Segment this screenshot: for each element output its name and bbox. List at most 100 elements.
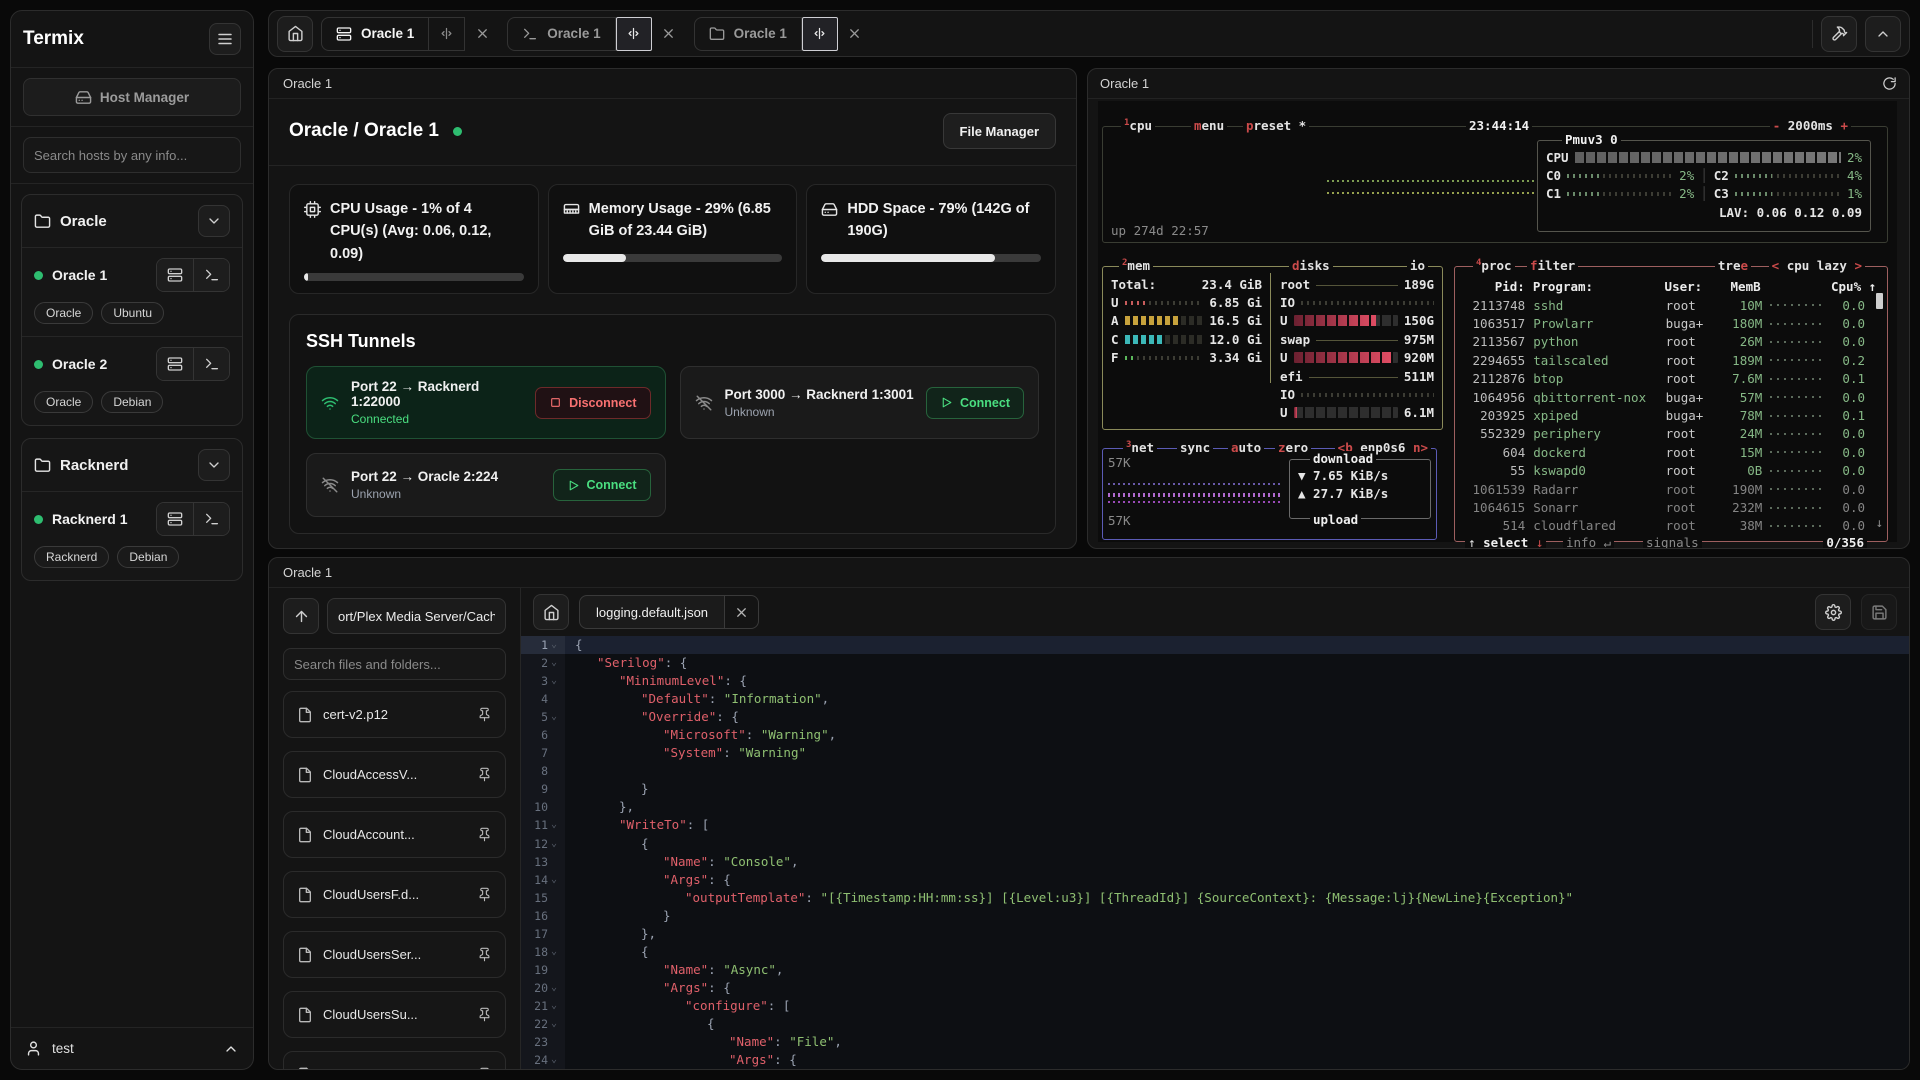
- host-tags: RacknerdDebian: [34, 546, 230, 568]
- fold-caret[interactable]: ⌄: [551, 636, 560, 654]
- code-token: "Args": [729, 1052, 774, 1067]
- zero-label: zero: [1275, 440, 1311, 455]
- file-manager-button[interactable]: File Manager: [943, 113, 1056, 149]
- fold-caret[interactable]: [551, 780, 560, 798]
- fold-caret[interactable]: [551, 744, 560, 762]
- editor-save-button[interactable]: [1861, 594, 1897, 630]
- pin-icon[interactable]: [477, 947, 492, 962]
- fold-caret[interactable]: [551, 889, 560, 907]
- host-terminal-button[interactable]: [193, 259, 229, 291]
- fold-caret[interactable]: [551, 907, 560, 925]
- host-group-header[interactable]: Oracle: [22, 195, 242, 247]
- code-line: 13 "Name": "Console",: [521, 853, 1909, 871]
- fold-caret[interactable]: ⌄: [551, 871, 560, 889]
- fold-caret[interactable]: ⌄: [551, 816, 560, 834]
- pin-icon[interactable]: [477, 1007, 492, 1022]
- mem-total: Total:23.4 GiB: [1103, 275, 1270, 293]
- host-item[interactable]: Oracle 2OracleDebian: [22, 336, 242, 425]
- host-terminal-button[interactable]: [193, 503, 229, 535]
- editor-home-button[interactable]: [533, 594, 569, 630]
- pin-icon[interactable]: [477, 707, 492, 722]
- hdd-icon: [821, 198, 838, 246]
- file-item[interactable]: CloudAccessV...: [283, 751, 506, 798]
- home-tab-button[interactable]: [277, 16, 313, 52]
- pin-icon[interactable]: [477, 887, 492, 902]
- path-input[interactable]: [327, 598, 506, 634]
- refresh-icon[interactable]: [1882, 76, 1897, 91]
- terminal-screen[interactable]: 1cpumenupreset *23:44:14- 2000ms +up 274…: [1098, 101, 1897, 542]
- file-item[interactable]: cert-v2.p12: [283, 691, 506, 738]
- fold-caret[interactable]: ⌄: [551, 708, 560, 726]
- tools-button[interactable]: [1821, 16, 1857, 52]
- path-up-button[interactable]: [283, 598, 319, 634]
- host-connect-button[interactable]: [157, 259, 193, 291]
- fold-caret[interactable]: [551, 690, 560, 708]
- group-collapse-button[interactable]: [198, 205, 230, 237]
- line-number: 21: [534, 997, 548, 1015]
- tab-button[interactable]: Oracle 1: [507, 17, 615, 51]
- file-item[interactable]: [283, 1051, 506, 1069]
- host-item[interactable]: Racknerd 1RacknerdDebian: [22, 491, 242, 580]
- tab-close-button[interactable]: [652, 17, 686, 51]
- tab-button[interactable]: Oracle 1: [321, 17, 429, 51]
- group-collapse-button[interactable]: [198, 449, 230, 481]
- fold-caret[interactable]: ⌄: [551, 1051, 560, 1069]
- tab-label: Oracle 1: [734, 26, 787, 41]
- line-number: 2: [541, 654, 548, 672]
- editor-tab[interactable]: logging.default.json: [579, 595, 759, 629]
- sidebar-user-row[interactable]: test: [11, 1027, 253, 1069]
- connect-button[interactable]: Connect: [926, 387, 1024, 419]
- file-item[interactable]: CloudUsersSer...: [283, 931, 506, 978]
- tab-split-button[interactable]: [802, 17, 838, 51]
- connect-button[interactable]: Connect: [553, 469, 651, 501]
- host-search-input[interactable]: [23, 137, 241, 173]
- editor-settings-button[interactable]: [1815, 594, 1851, 630]
- line-gutter: 9: [521, 780, 565, 798]
- line-number: 10: [534, 798, 548, 816]
- tab-close-button[interactable]: [465, 17, 499, 51]
- editor-tab-close[interactable]: [725, 595, 759, 629]
- editor-tab-label[interactable]: logging.default.json: [579, 595, 725, 629]
- proc-row: 2113748sshdroot10M0.0: [1463, 296, 1865, 314]
- host-group-header[interactable]: Racknerd: [22, 439, 242, 491]
- tab-split-button[interactable]: [616, 17, 652, 51]
- file-item[interactable]: CloudAccount...: [283, 811, 506, 858]
- host-terminal-button[interactable]: [193, 348, 229, 380]
- fold-caret[interactable]: [551, 762, 560, 780]
- tab-button[interactable]: Oracle 1: [694, 17, 802, 51]
- fold-caret[interactable]: ⌄: [551, 1015, 560, 1033]
- host-connect-button[interactable]: [157, 348, 193, 380]
- code-editor[interactable]: 1⌄{2⌄"Serilog": {3⌄"MinimumLevel": {4 "D…: [521, 636, 1909, 1069]
- host-manager-button[interactable]: Host Manager: [23, 78, 241, 116]
- file-item[interactable]: CloudUsersF.d...: [283, 871, 506, 918]
- collapse-tabbar-button[interactable]: [1865, 16, 1901, 52]
- proc-label: 4proc: [1473, 258, 1515, 273]
- fold-caret[interactable]: ⌄: [551, 943, 560, 961]
- fold-caret[interactable]: ⌄: [551, 979, 560, 997]
- fold-caret[interactable]: [551, 853, 560, 871]
- proc-row: 2113567pythonroot26M0.0: [1463, 333, 1865, 351]
- fold-caret[interactable]: ⌄: [551, 672, 560, 690]
- fold-caret[interactable]: [551, 726, 560, 744]
- fold-caret[interactable]: [551, 925, 560, 943]
- disconnect-button[interactable]: Disconnect: [535, 387, 650, 419]
- fold-caret[interactable]: ⌄: [551, 654, 560, 672]
- pin-icon[interactable]: [477, 767, 492, 782]
- file-search-input[interactable]: [283, 648, 506, 680]
- host-item[interactable]: Oracle 1OracleUbuntu: [22, 247, 242, 336]
- pin-icon[interactable]: [477, 1067, 492, 1069]
- fold-caret[interactable]: ⌄: [551, 835, 560, 853]
- tab-split-button[interactable]: [429, 17, 465, 51]
- file-item[interactable]: CloudUsersSu...: [283, 991, 506, 1038]
- fold-caret[interactable]: [551, 1033, 560, 1051]
- host-connect-button[interactable]: [157, 503, 193, 535]
- fold-caret[interactable]: [551, 798, 560, 816]
- tab-close-button[interactable]: [838, 17, 872, 51]
- fold-caret[interactable]: [551, 961, 560, 979]
- fold-caret[interactable]: ⌄: [551, 997, 560, 1015]
- disk-name-row: root189G: [1272, 275, 1442, 293]
- sidebar-collapse-button[interactable]: [209, 23, 241, 55]
- tab-label: Oracle 1: [361, 26, 414, 41]
- proc-scrollbar[interactable]: [1876, 293, 1883, 309]
- pin-icon[interactable]: [477, 827, 492, 842]
